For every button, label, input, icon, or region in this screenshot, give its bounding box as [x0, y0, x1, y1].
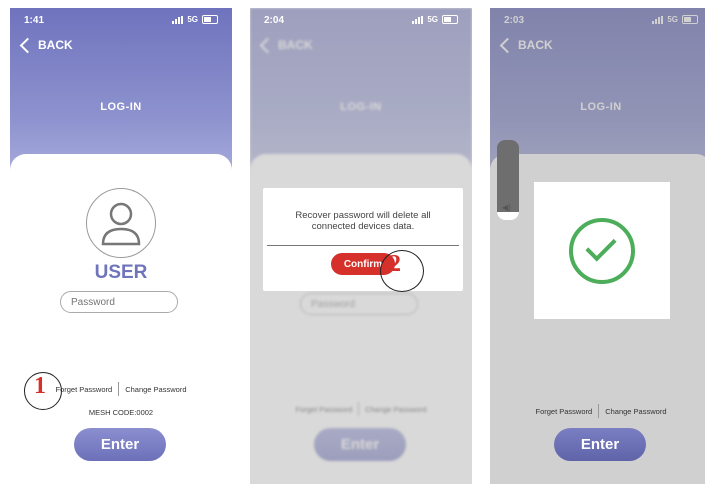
password-input[interactable] — [60, 291, 178, 313]
network-label: 5G — [427, 15, 438, 24]
status-time: 2:04 — [264, 15, 285, 26]
battery-icon — [442, 15, 458, 24]
volume-slider[interactable]: ◀) — [497, 140, 519, 220]
speaker-icon: ◀) — [502, 203, 511, 212]
check-circle-icon — [569, 218, 635, 284]
user-icon — [86, 188, 156, 258]
annotation-number: 2 — [389, 251, 401, 277]
annotation-circle — [380, 250, 424, 292]
forget-password-link[interactable]: Forget Password — [536, 407, 593, 416]
volume-level — [497, 212, 519, 220]
back-label: BACK — [38, 38, 73, 52]
change-password-link[interactable]: Change Password — [125, 385, 186, 394]
divider — [598, 404, 600, 418]
password-links: Forget Password Change Password — [490, 404, 705, 418]
dialog-message-line: Recover password will delete all — [295, 210, 431, 221]
battery-icon — [202, 15, 218, 24]
status-time: 1:41 — [24, 15, 45, 26]
enter-button[interactable]: Enter — [554, 428, 646, 461]
user-label: USER — [94, 262, 148, 283]
dialog-message: Recover password will delete all connect… — [263, 210, 463, 232]
divider — [118, 382, 120, 396]
screen-login: 1:41 5G BACK LOG-IN USER Forget Password… — [10, 8, 232, 484]
signal-icon — [172, 15, 184, 24]
recover-dialog: Recover password will delete all connect… — [263, 188, 463, 291]
page-title: LOG-IN — [100, 101, 142, 113]
signal-icon — [412, 15, 424, 24]
back-button[interactable]: BACK — [18, 37, 73, 53]
status-bar: 1:41 5G — [10, 14, 232, 30]
forget-password-link[interactable]: Forget Password — [56, 385, 113, 394]
annotation-number: 1 — [34, 373, 46, 399]
screen-success: 2:03 5G BACK LOG-IN Forget Password Chan… — [490, 8, 705, 484]
status-bar: 2:04 5G — [250, 14, 472, 30]
chevron-left-icon — [19, 37, 36, 53]
dialog-message-line: connected devices data. — [311, 221, 415, 232]
screen-recover-dialog: BACK LOG-IN Forget Password Change Passw… — [250, 8, 472, 484]
divider — [267, 245, 459, 246]
change-password-link[interactable]: Change Password — [605, 407, 666, 416]
success-dialog — [534, 182, 670, 319]
enter-button[interactable]: Enter — [74, 428, 166, 461]
network-label: 5G — [187, 15, 198, 24]
